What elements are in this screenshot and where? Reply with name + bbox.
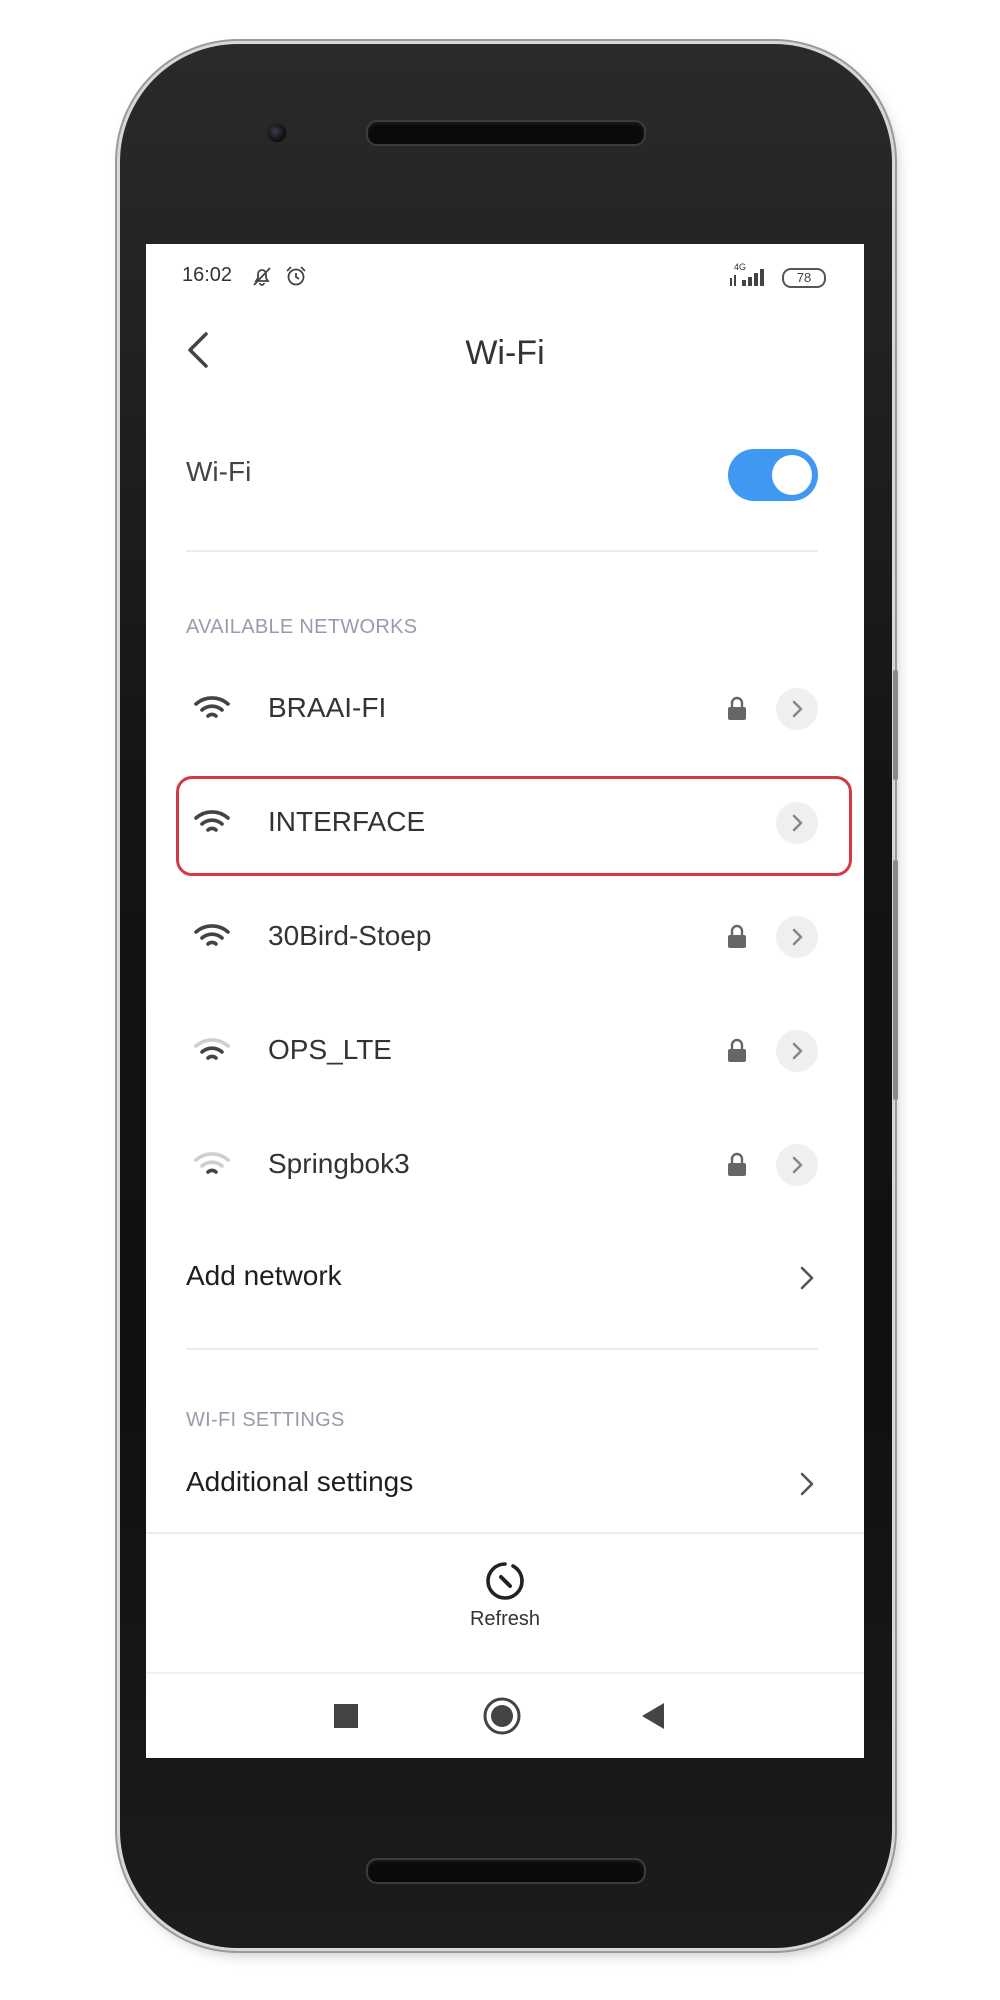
bell-off-icon (250, 264, 274, 293)
battery-icon: 78 (782, 268, 826, 288)
wifi-signal-weak-icon (194, 1152, 230, 1174)
lock-icon (728, 924, 746, 948)
wifi-toggle-row: Wi-Fi (186, 428, 818, 516)
network-row-interface[interactable]: INTERFACE (186, 778, 818, 868)
network-name: Springbok3 (268, 1148, 410, 1179)
phone-screen: 16:02 4G 78 Wi-Fi Wi-Fi AVAILABLE NETWOR… (146, 244, 864, 1758)
home-icon (483, 1697, 521, 1735)
network-row-springbok3[interactable]: Springbok3 (186, 1120, 818, 1210)
network-name: BRAAI-FI (268, 692, 387, 723)
network-details-button[interactable] (776, 688, 818, 730)
status-time: 16:02 (182, 264, 233, 286)
wifi-toggle-label: Wi-Fi (186, 456, 252, 487)
chevron-right-icon (800, 1266, 814, 1290)
refresh-button[interactable]: Refresh (455, 1560, 555, 1650)
wifi-signal-full-icon (194, 696, 230, 718)
home-button[interactable] (480, 1694, 524, 1738)
back-triangle-icon (642, 1703, 664, 1729)
chevron-right-icon (792, 1042, 803, 1060)
refresh-icon (486, 1562, 524, 1600)
wifi-signal-medium-icon (194, 1038, 230, 1060)
divider (186, 550, 818, 552)
power-button (893, 860, 898, 1100)
network-name: 30Bird-Stoep (268, 920, 432, 951)
signal-icon (730, 268, 770, 291)
recent-apps-icon (334, 1704, 358, 1728)
additional-settings-label: Additional settings (186, 1466, 414, 1497)
chevron-right-icon (800, 1472, 814, 1496)
chevron-right-icon (792, 700, 803, 718)
recent-apps-button[interactable] (326, 1696, 366, 1736)
stage: 16:02 4G 78 Wi-Fi Wi-Fi AVAILABLE NETWOR… (0, 0, 1000, 2000)
add-network-label: Add network (186, 1260, 342, 1291)
wifi-toggle-switch[interactable] (728, 449, 818, 501)
front-camera (266, 122, 288, 144)
add-network-row[interactable]: Add network (186, 1238, 818, 1318)
lock-icon (728, 1152, 746, 1176)
chevron-right-icon (792, 814, 803, 832)
app-header: Wi-Fi (146, 304, 864, 404)
wifi-settings-header: WI-FI SETTINGS (186, 1409, 345, 1431)
wifi-signal-full-icon (194, 810, 230, 832)
refresh-label: Refresh (469, 1608, 541, 1630)
lock-icon (728, 696, 746, 720)
network-name: OPS_LTE (268, 1034, 392, 1065)
bottom-action-bar: Refresh (146, 1532, 864, 1674)
top-speaker (366, 120, 646, 146)
volume-button (893, 670, 898, 780)
network-name: INTERFACE (268, 806, 426, 837)
bottom-speaker (366, 1858, 646, 1884)
status-bar: 16:02 4G 78 (146, 244, 864, 304)
chevron-right-icon (792, 1156, 803, 1174)
additional-settings-row[interactable]: Additional settings (186, 1444, 818, 1524)
lock-icon (728, 1038, 746, 1062)
divider (186, 1348, 818, 1350)
system-nav-bar (146, 1672, 864, 1758)
network-row-braai-fi[interactable]: BRAAI-FI (186, 664, 818, 754)
available-networks-header: AVAILABLE NETWORKS (186, 616, 418, 638)
back-nav-button[interactable] (634, 1696, 674, 1736)
network-row-ops-lte[interactable]: OPS_LTE (186, 1006, 818, 1096)
network-details-button[interactable] (776, 1144, 818, 1186)
chevron-right-icon (792, 928, 803, 946)
network-details-button[interactable] (776, 916, 818, 958)
network-row-30bird-stoep[interactable]: 30Bird-Stoep (186, 892, 818, 982)
alarm-icon (284, 264, 308, 293)
toggle-knob (772, 455, 812, 495)
network-details-button[interactable] (776, 802, 818, 844)
wifi-signal-full-icon (194, 924, 230, 946)
page-title: Wi-Fi (465, 334, 545, 372)
network-details-button[interactable] (776, 1030, 818, 1072)
